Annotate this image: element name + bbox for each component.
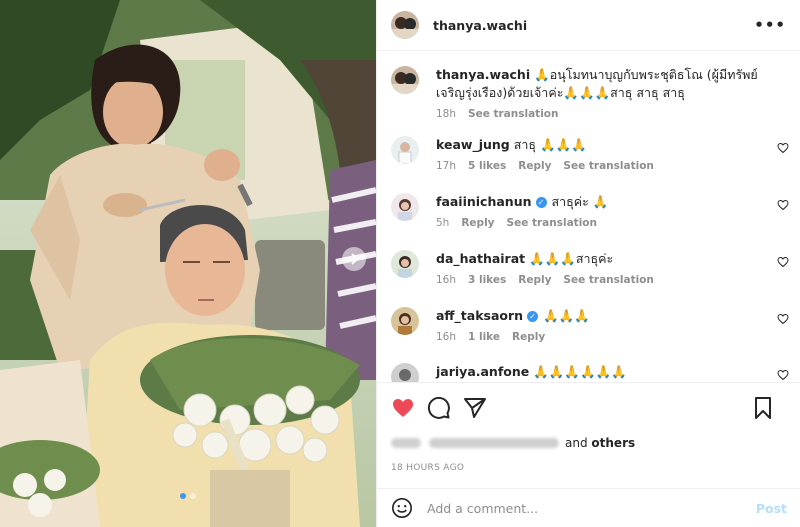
caption-username[interactable]: thanya.wachi xyxy=(436,67,530,82)
liked-by[interactable]: and others xyxy=(391,431,787,455)
comment-time[interactable]: 17h xyxy=(436,160,456,172)
save-button[interactable] xyxy=(751,396,775,420)
carousel-dot xyxy=(190,493,196,499)
comment-username[interactable]: faaiinichanun xyxy=(436,194,532,209)
comment-username[interactable]: keaw_jung xyxy=(436,137,510,152)
see-translation-button[interactable]: See translation xyxy=(507,217,597,229)
like-comment-icon[interactable] xyxy=(777,199,789,211)
heart-icon xyxy=(393,399,413,417)
carousel-indicator xyxy=(0,493,376,499)
comment-icon xyxy=(427,396,450,419)
comment-username[interactable]: da_hathairat xyxy=(436,251,525,266)
comment-text: สาธุ 🙏🙏🙏 xyxy=(513,137,587,152)
post-modal: thanya.wachi ••• thanya.wachi 🙏อนุโมทนาบุ… xyxy=(0,0,800,527)
comment-text: สาธุค่ะ 🙏 xyxy=(551,194,609,209)
post-timestamp[interactable]: 18 HOURS AGO xyxy=(391,463,787,473)
comment-time[interactable]: 5h xyxy=(436,217,449,229)
avatar[interactable] xyxy=(391,250,419,278)
post-comment-button[interactable]: Post xyxy=(756,501,787,516)
comment-text: 🙏🙏🙏 xyxy=(543,308,590,323)
comment-item: aff_taksaorn ✓ 🙏🙏🙏 16h 1 like Reply xyxy=(391,307,789,343)
comment-time[interactable]: 16h xyxy=(436,274,456,286)
carousel-dot xyxy=(180,493,186,499)
avatar[interactable] xyxy=(391,136,419,164)
comment-likes[interactable]: 5 likes xyxy=(468,160,506,172)
post-actions: and others 18 HOURS AGO xyxy=(377,382,800,473)
add-comment-bar: Post xyxy=(377,488,800,527)
liked-by-others[interactable]: others xyxy=(591,436,635,450)
post-details-panel: thanya.wachi ••• thanya.wachi 🙏อนุโมทนาบุ… xyxy=(376,0,800,527)
see-translation-button[interactable]: See translation xyxy=(563,160,653,172)
comment-item: keaw_jung สาธุ 🙏🙏🙏 17h 5 likes Reply See … xyxy=(391,136,789,172)
like-button[interactable] xyxy=(391,396,415,420)
reply-button[interactable]: Reply xyxy=(461,217,494,229)
like-comment-icon[interactable] xyxy=(777,313,789,325)
comment-username[interactable]: jariya.anfone xyxy=(436,364,529,379)
liked-by-prefix: and xyxy=(565,436,588,450)
comment-item: jariya.anfone 🙏🙏🙏🙏🙏🙏 xyxy=(391,363,789,382)
caption-time[interactable]: 18h xyxy=(436,108,456,120)
emoji-icon[interactable] xyxy=(391,497,413,519)
comment-text: 🙏🙏🙏สาธุค่ะ xyxy=(529,251,614,266)
liked-by-username xyxy=(429,438,559,448)
comment-username[interactable]: aff_taksaorn xyxy=(436,308,523,323)
verified-badge-icon: ✓ xyxy=(535,197,547,208)
comment-input[interactable] xyxy=(427,500,756,516)
reply-button[interactable]: Reply xyxy=(512,331,545,343)
more-options-icon[interactable]: ••• xyxy=(754,16,786,34)
avatar[interactable] xyxy=(391,66,419,94)
like-comment-icon[interactable] xyxy=(777,369,789,381)
comment-time[interactable]: 16h xyxy=(436,331,456,343)
carousel-next-button[interactable] xyxy=(342,247,366,271)
like-comment-icon[interactable] xyxy=(777,256,789,268)
liked-by-avatars xyxy=(391,438,421,448)
carousel-next-icon xyxy=(351,253,359,265)
bookmark-icon xyxy=(755,397,771,419)
avatar[interactable] xyxy=(391,193,419,221)
like-comment-icon[interactable] xyxy=(777,142,789,154)
comment-list[interactable]: thanya.wachi 🙏อนุโมทนาบุญกับพระชุติธโณ (ผ… xyxy=(377,52,800,382)
comment-item: da_hathairat 🙏🙏🙏สาธุค่ะ 16h 3 likes Reply… xyxy=(391,250,789,286)
post-photo[interactable] xyxy=(0,0,376,527)
reply-button[interactable]: Reply xyxy=(518,160,551,172)
avatar[interactable] xyxy=(391,363,419,382)
avatar[interactable] xyxy=(391,11,419,39)
avatar[interactable] xyxy=(391,307,419,335)
post-header: thanya.wachi ••• xyxy=(377,0,800,51)
comment-likes[interactable]: 3 likes xyxy=(468,274,506,286)
see-translation-button[interactable]: See translation xyxy=(468,108,558,120)
comment-text: 🙏🙏🙏🙏🙏🙏 xyxy=(533,364,627,379)
share-button[interactable] xyxy=(463,396,487,420)
reply-button[interactable]: Reply xyxy=(518,274,551,286)
verified-badge-icon: ✓ xyxy=(527,311,539,322)
comment-button[interactable] xyxy=(427,396,451,420)
comment-item: faaiinichanun ✓ สาธุค่ะ 🙏 5h Reply See tra… xyxy=(391,193,789,229)
post-username[interactable]: thanya.wachi xyxy=(433,18,527,33)
caption: thanya.wachi 🙏อนุโมทนาบุญกับพระชุติธโณ (ผ… xyxy=(391,66,789,120)
share-icon xyxy=(464,398,486,418)
comment-likes[interactable]: 1 like xyxy=(468,331,500,343)
post-image xyxy=(0,0,376,527)
see-translation-button[interactable]: See translation xyxy=(563,274,653,286)
